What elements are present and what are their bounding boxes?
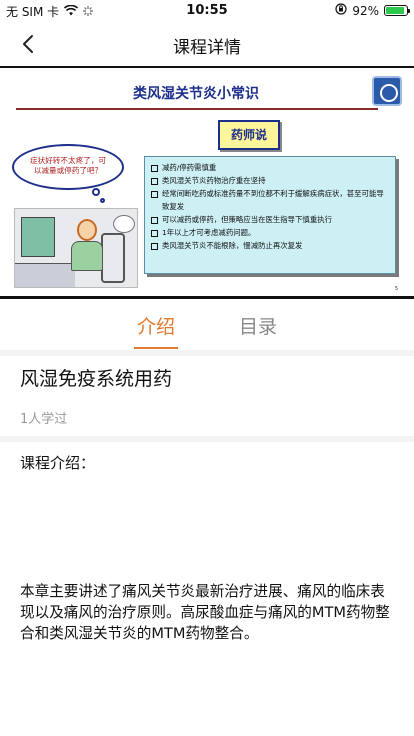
course-intro-text: 本章主要讲述了痛风关节炎最新治疗进展、痛风的临床表现以及痛风的治疗原则。高尿酸血… [20,583,390,642]
slide-bullet: 减药/停药需慎重 [151,161,389,174]
active-tab-indicator [134,347,178,349]
speech-bubble-tail-small [100,198,105,203]
course-slide-image[interactable]: 类风湿关节炎小常识 药师说 症状好转不太疼了，可以减量或停药了吧？ 减药/停药需… [0,66,414,299]
slide-bullet: 经常间断吃药或标准药量不到位都不利于缓解疾病症状，甚至可能导致复发 [151,187,389,213]
page-title: 课程详情 [173,38,241,58]
speech-bubble-tail [92,188,100,196]
battery-level [386,7,405,14]
slide-bullet: 类风湿关节炎不能根除，慢减防止再次复发 [151,239,389,252]
battery-percent: 92% [352,3,379,18]
slide-logo [372,76,402,106]
tab-intro[interactable]: 介绍 [116,312,196,339]
speech-bubble: 症状好转不太疼了，可以减量或停药了吧？ [12,144,124,190]
section-divider [0,436,414,442]
nav-bar: 课程详情 [0,22,414,66]
slide-bullet: 1年以上才可考虑减药问题。 [151,226,389,239]
patient-illustration [14,208,138,288]
slide-content: 类风湿关节炎小常识 药师说 症状好转不太疼了，可以减量或停药了吧？ 减药/停药需… [8,72,406,294]
tab-bar: 介绍 目录 [0,302,414,350]
course-intro-label: 课程介绍： [20,454,96,472]
chair-drawing [101,233,125,283]
course-title: 风湿免疫系统用药 [20,368,173,390]
person-head-drawing [77,219,97,241]
slide-bullet-list: 减药/停药需慎重 类风湿关节炎药物治疗重在坚持 经常间断吃药或标准药量不到位都不… [144,156,396,274]
tab-catalog[interactable]: 目录 [218,312,298,339]
orientation-lock-icon [335,3,347,18]
slide-page-number: 5 [394,286,398,292]
section-divider [0,350,414,356]
slide-tag: 药师说 [218,120,280,150]
slide-bullet: 可以减药或停药，但策略应当在医生指导下慎重执行 [151,213,389,226]
battery-icon [384,5,410,16]
person-body-drawing [71,241,103,271]
status-right: 92% [335,3,410,18]
learned-count: 1人学过 [20,412,68,427]
monitor-drawing [21,217,55,257]
slide-bullet: 类风湿关节炎药物治疗重在坚持 [151,174,389,187]
desk-drawing [15,263,75,287]
slide-divider [16,108,378,110]
slide-title: 类风湿关节炎小常识 [133,86,259,102]
status-bar: 无 SIM 卡 10:55 92% [0,0,414,22]
sign-drawing [113,215,135,233]
